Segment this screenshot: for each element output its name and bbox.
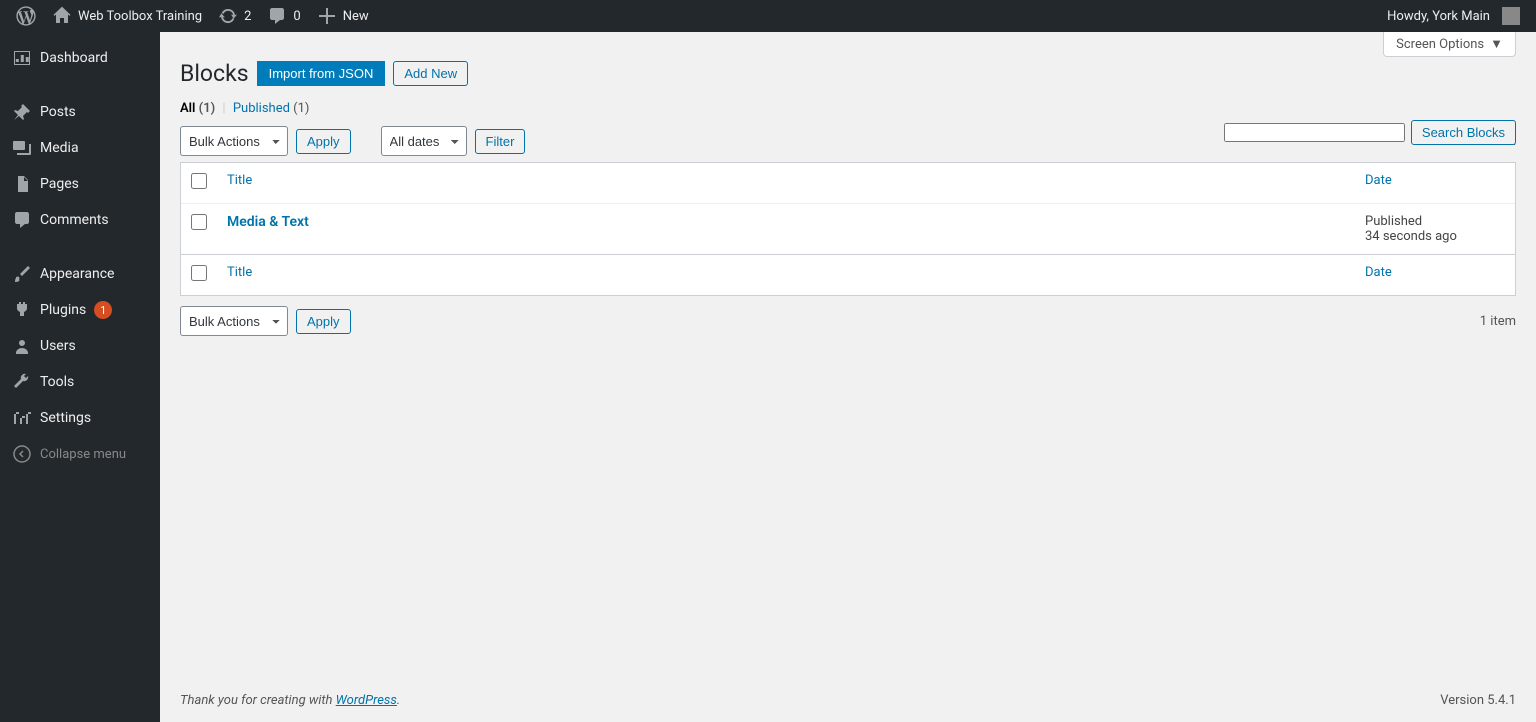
wp-logo[interactable] [8, 0, 44, 32]
plug-icon [12, 300, 32, 320]
apply-button-top[interactable]: Apply [296, 129, 351, 154]
triangle-down-icon: ▼ [1490, 36, 1503, 52]
row-date-relative: 34 seconds ago [1365, 229, 1457, 244]
site-name: Web Toolbox Training [78, 9, 202, 24]
comments-count: 0 [293, 9, 300, 24]
media-icon [12, 138, 32, 158]
admin-toolbar: Web Toolbox Training 2 0 New Howdy, York… [0, 0, 1536, 32]
import-json-button[interactable]: Import from JSON [257, 61, 386, 86]
filter-all[interactable]: All (1) [180, 101, 215, 116]
column-title-footer[interactable]: Title [227, 265, 252, 280]
footer-thankyou: Thank you for creating with [180, 693, 336, 708]
wordpress-link[interactable]: WordPress [336, 693, 397, 708]
row-title-link[interactable]: Media & Text [227, 214, 309, 230]
row-checkbox[interactable] [191, 214, 207, 230]
sidebar-item-tools[interactable]: Tools [0, 364, 160, 400]
bulk-actions-select-bottom[interactable]: Bulk Actions [180, 306, 288, 336]
sidebar-label: Posts [40, 104, 76, 120]
pin-icon [12, 102, 32, 122]
search-button[interactable]: Search Blocks [1411, 120, 1516, 145]
table-row: Media & Text Published 34 seconds ago [181, 203, 1515, 254]
howdy-text: Howdy, York Main [1387, 9, 1490, 24]
updates-count: 2 [244, 9, 251, 24]
sidebar-label: Pages [40, 176, 79, 192]
screen-options-tab[interactable]: Screen Options ▼ [1383, 32, 1516, 57]
dashboard-icon [12, 48, 32, 68]
plus-icon [317, 6, 337, 26]
sidebar-label: Plugins [40, 302, 86, 318]
sidebar-label: Collapse menu [40, 447, 126, 462]
admin-sidebar: Dashboard Posts Media Pages Comments App… [0, 32, 160, 722]
sidebar-label: Users [40, 338, 76, 354]
apply-button-bottom[interactable]: Apply [296, 309, 351, 334]
column-title-header[interactable]: Title [227, 173, 252, 188]
comment-icon [12, 210, 32, 230]
status-filters: All (1) | Published (1) [180, 101, 1516, 116]
sidebar-label: Comments [40, 212, 109, 228]
version-text: Version 5.4.1 [1440, 693, 1516, 708]
sidebar-item-posts[interactable]: Posts [0, 94, 160, 130]
admin-footer: Thank you for creating with WordPress. V… [180, 675, 1516, 722]
updates-link[interactable]: 2 [210, 0, 259, 32]
item-count-bottom: 1 item [1480, 314, 1516, 329]
wordpress-icon [16, 6, 36, 26]
new-content-link[interactable]: New [309, 0, 377, 32]
sidebar-item-pages[interactable]: Pages [0, 166, 160, 202]
filter-published[interactable]: Published (1) [233, 101, 310, 116]
sidebar-item-users[interactable]: Users [0, 328, 160, 364]
brush-icon [12, 264, 32, 284]
select-all-top[interactable] [191, 173, 207, 189]
avatar [1502, 7, 1520, 25]
collapse-icon [12, 444, 32, 464]
comment-icon [267, 6, 287, 26]
comments-link[interactable]: 0 [259, 0, 308, 32]
page-title: Blocks [180, 60, 249, 87]
wrench-icon [12, 372, 32, 392]
select-all-bottom[interactable] [191, 265, 207, 281]
page-icon [12, 174, 32, 194]
date-filter-select[interactable]: All dates [381, 126, 467, 156]
sidebar-item-plugins[interactable]: Plugins 1 [0, 292, 160, 328]
sidebar-label: Appearance [40, 266, 114, 282]
column-date-footer[interactable]: Date [1365, 265, 1392, 280]
row-date-status: Published [1365, 214, 1422, 229]
sidebar-item-settings[interactable]: Settings [0, 400, 160, 436]
home-icon [52, 6, 72, 26]
sidebar-item-media[interactable]: Media [0, 130, 160, 166]
bulk-actions-select-top[interactable]: Bulk Actions [180, 126, 288, 156]
sidebar-label: Settings [40, 410, 91, 426]
sidebar-item-comments[interactable]: Comments [0, 202, 160, 238]
sidebar-label: Dashboard [40, 50, 108, 66]
sidebar-label: Tools [40, 374, 74, 390]
sidebar-item-dashboard[interactable]: Dashboard [0, 40, 160, 76]
main-content: Screen Options ▼ Blocks Import from JSON… [160, 32, 1536, 722]
collapse-menu[interactable]: Collapse menu [0, 436, 160, 472]
my-account-link[interactable]: Howdy, York Main [1379, 0, 1528, 32]
blocks-table: Title Date Media & Text Published 34 sec… [180, 162, 1516, 296]
sidebar-item-appearance[interactable]: Appearance [0, 256, 160, 292]
sliders-icon [12, 408, 32, 428]
screen-options-label: Screen Options [1396, 37, 1484, 52]
user-icon [12, 336, 32, 356]
column-date-header[interactable]: Date [1365, 173, 1392, 188]
sidebar-label: Media [40, 140, 79, 156]
plugins-badge: 1 [94, 301, 112, 319]
filter-button[interactable]: Filter [475, 129, 526, 154]
new-label: New [343, 9, 369, 24]
add-new-button[interactable]: Add New [393, 61, 468, 86]
refresh-icon [218, 6, 238, 26]
search-input[interactable] [1224, 123, 1405, 142]
site-home-link[interactable]: Web Toolbox Training [44, 0, 210, 32]
